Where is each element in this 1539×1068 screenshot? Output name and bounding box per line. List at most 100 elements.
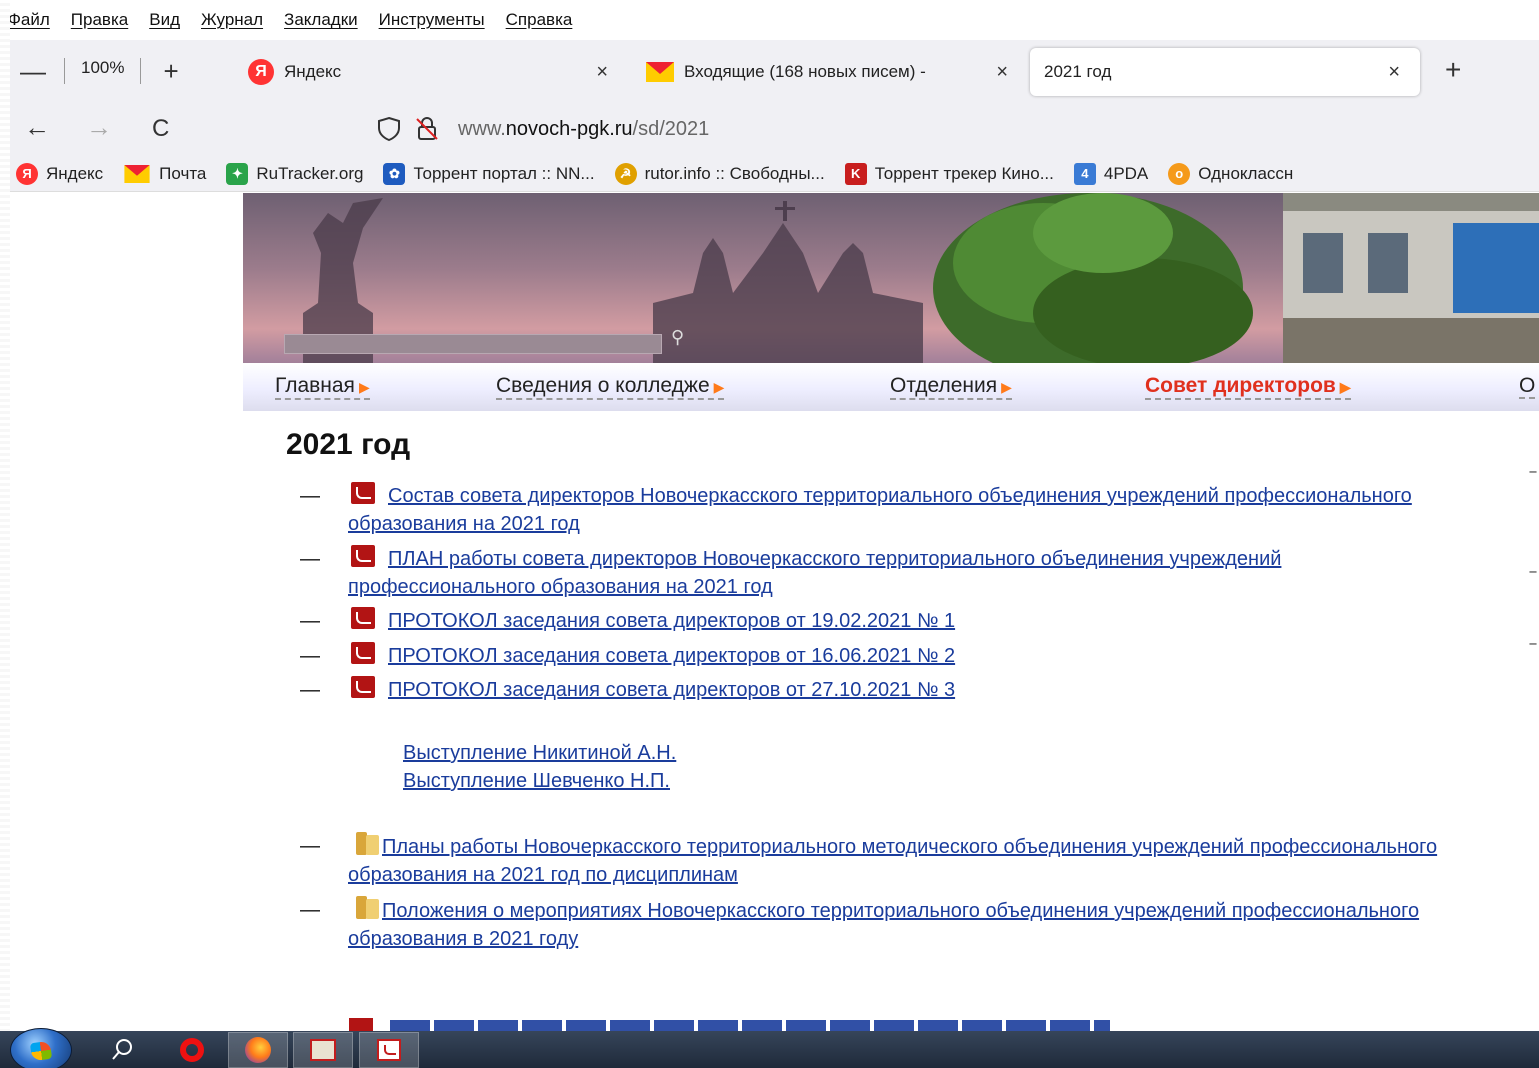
site-menu-home[interactable]: Главная ▶	[275, 375, 370, 400]
doc-entry: ПРОТОКОЛ заседания совета директоров от …	[348, 642, 1438, 670]
reload-button[interactable]: C	[152, 115, 169, 143]
yandex-icon: Я	[248, 59, 274, 85]
folder-link[interactable]: Планы работы Новочеркасского территориал…	[348, 836, 1437, 886]
menu-history[interactable]: Журнал	[201, 10, 263, 30]
mail-icon	[646, 62, 674, 82]
taskbar-pdf[interactable]	[359, 1032, 419, 1068]
butterfly-icon: ✿	[383, 162, 406, 185]
arrow-right-icon: ▶	[1001, 379, 1012, 395]
bookmark-4pda[interactable]: 4 4PDA	[1073, 162, 1148, 185]
search-icon	[112, 1039, 132, 1060]
close-tab-icon[interactable]: ×	[596, 61, 608, 84]
bookmark-label: RuTracker.org	[256, 163, 364, 183]
zoom-in-button[interactable]: +	[163, 56, 178, 87]
bookmark-mail[interactable]: Почта	[123, 164, 206, 184]
site-menu-board[interactable]: Совет директоров ▶	[1145, 375, 1351, 400]
document-link[interactable]: ПРОТОКОЛ заседания совета директоров от …	[388, 610, 955, 632]
site-menu-label: Совет директоров	[1145, 374, 1336, 397]
list-item: — ПРОТОКОЛ заседания совета директоров о…	[300, 607, 1460, 635]
bookmark-label: Одноклассн	[1198, 163, 1294, 183]
menu-view[interactable]: Вид	[149, 10, 180, 30]
tab-label: Входящие (168 новых писем) -	[684, 62, 926, 81]
menu-edit[interactable]: Правка	[71, 10, 128, 30]
site-menu-label: Сведения о колледже	[496, 374, 710, 397]
bookmark-label: Торрент портал :: NN...	[413, 163, 595, 183]
menu-bookmarks[interactable]: Закладки	[284, 10, 358, 30]
back-button[interactable]: ←	[24, 112, 50, 143]
site-menu-about[interactable]: Сведения о колледже ▶	[496, 374, 725, 400]
menu-help[interactable]: Справка	[506, 10, 573, 30]
mail-icon	[124, 164, 150, 183]
list-dash: —	[300, 899, 320, 921]
zoom-separator	[64, 58, 65, 84]
bookmark-label: Яндекс	[46, 163, 104, 183]
tab-2021[interactable]: 2021 год ×	[1030, 48, 1420, 96]
tab-inbox[interactable]: Входящие (168 новых писем) - ×	[646, 48, 1016, 96]
forward-button[interactable]: →	[86, 112, 112, 143]
arrow-right-icon: ▶	[358, 379, 370, 395]
search-icon[interactable]: ⚲	[671, 327, 684, 348]
page-title: 2021 год	[286, 428, 411, 461]
arrow-right-icon: ▶	[1339, 379, 1351, 395]
zoom-level[interactable]: 100%	[81, 58, 124, 78]
document-link[interactable]: Состав совета директоров Новочеркасского…	[348, 485, 1412, 535]
menu-file[interactable]: Файл	[10, 10, 50, 30]
close-tab-icon[interactable]: ×	[996, 61, 1008, 84]
url-prefix: www.	[458, 117, 506, 140]
close-tab-icon[interactable]: ×	[1388, 61, 1400, 84]
bookmark-odnoklassniki[interactable]: о Одноклассн	[1168, 162, 1294, 185]
taskbar-firefox[interactable]	[228, 1032, 288, 1068]
document-link[interactable]: ПРОТОКОЛ заседания совета директоров от …	[388, 645, 955, 667]
list-dash: —	[300, 679, 320, 701]
speech-link[interactable]: Выступление Никитиной А.Н.	[403, 742, 676, 764]
bookmark-label: Почта	[159, 163, 207, 183]
list-dash: —	[300, 610, 320, 632]
speech-link[interactable]: Выступление Шевченко Н.П.	[403, 770, 670, 792]
bookmark-rutracker[interactable]: ✦ RuTracker.org	[226, 162, 364, 185]
taskbar-search[interactable]	[92, 1032, 152, 1068]
list-dash: —	[300, 645, 320, 667]
new-tab-button[interactable]: +	[1445, 54, 1461, 86]
list-item: — Положения о мероприятиях Новочеркасско…	[300, 896, 1480, 952]
url-domain: novoch-pgk.ru	[505, 117, 633, 140]
tab-yandex[interactable]: Я Яндекс ×	[248, 48, 620, 96]
bookmark-yandex[interactable]: Я Яндекс	[16, 162, 104, 185]
bookmark-torrent-portal[interactable]: ✿ Торрент портал :: NN...	[383, 162, 595, 185]
bookmarks-bar: Я Яндекс Почта ✦ RuTracker.org ✿ Торрент…	[10, 156, 1539, 192]
site-menu-label: Главная	[275, 374, 355, 397]
menu-tools[interactable]: Инструменты	[379, 10, 485, 30]
folder-link[interactable]: Положения о мероприятиях Новочеркасского…	[348, 900, 1419, 950]
url-text[interactable]: www.novoch-pgk.ru/sd/2021	[458, 118, 709, 141]
document-link[interactable]: ПРОТОКОЛ заседания совета директоров от …	[388, 679, 955, 701]
taskbar-opera[interactable]	[162, 1032, 222, 1068]
site-menu-more[interactable]: О	[1519, 375, 1536, 399]
bookmark-kinozal[interactable]: K Торрент трекер Кино...	[844, 162, 1054, 185]
bookmark-label: Торрент трекер Кино...	[874, 163, 1054, 183]
site-menu-label: Отделения	[890, 374, 998, 397]
bookmark-label: rutor.info :: Свободны...	[644, 163, 825, 183]
start-button[interactable]	[10, 1028, 72, 1068]
app-icon	[310, 1039, 336, 1061]
tab-bar: — 100% + Я Яндекс × Входящие (168 новых …	[10, 40, 1539, 102]
right-column-mark: ‾	[1530, 642, 1536, 662]
pdf-icon	[349, 1018, 373, 1031]
window-edge-left	[0, 0, 10, 1068]
cut-off-document-link[interactable]	[390, 1020, 1110, 1031]
document-link[interactable]: ПЛАН работы совета директоров Новочеркас…	[348, 548, 1281, 598]
zoom-out-button[interactable]: —	[20, 56, 46, 87]
zoom-control: — 100% +	[20, 40, 179, 102]
taskbar-app[interactable]	[293, 1032, 353, 1068]
list-dash: —	[300, 485, 320, 507]
pdf-icon	[351, 642, 375, 664]
folder-icon	[354, 896, 380, 920]
list-item: — Состав совета директоров Новочеркасско…	[300, 482, 1460, 538]
site-search-input[interactable]	[284, 334, 662, 354]
pdf-reader-icon	[377, 1039, 401, 1061]
url-bar[interactable]: www.novoch-pgk.ru/sd/2021	[362, 108, 1539, 150]
lock-insecure-icon[interactable]	[414, 116, 440, 142]
folder-icon	[354, 832, 380, 856]
taskbar	[0, 1028, 1539, 1068]
site-menu-departments[interactable]: Отделения ▶	[890, 375, 1012, 400]
yandex-icon: Я	[16, 162, 38, 185]
bookmark-rutor[interactable]: ☭ rutor.info :: Свободны...	[614, 162, 825, 185]
